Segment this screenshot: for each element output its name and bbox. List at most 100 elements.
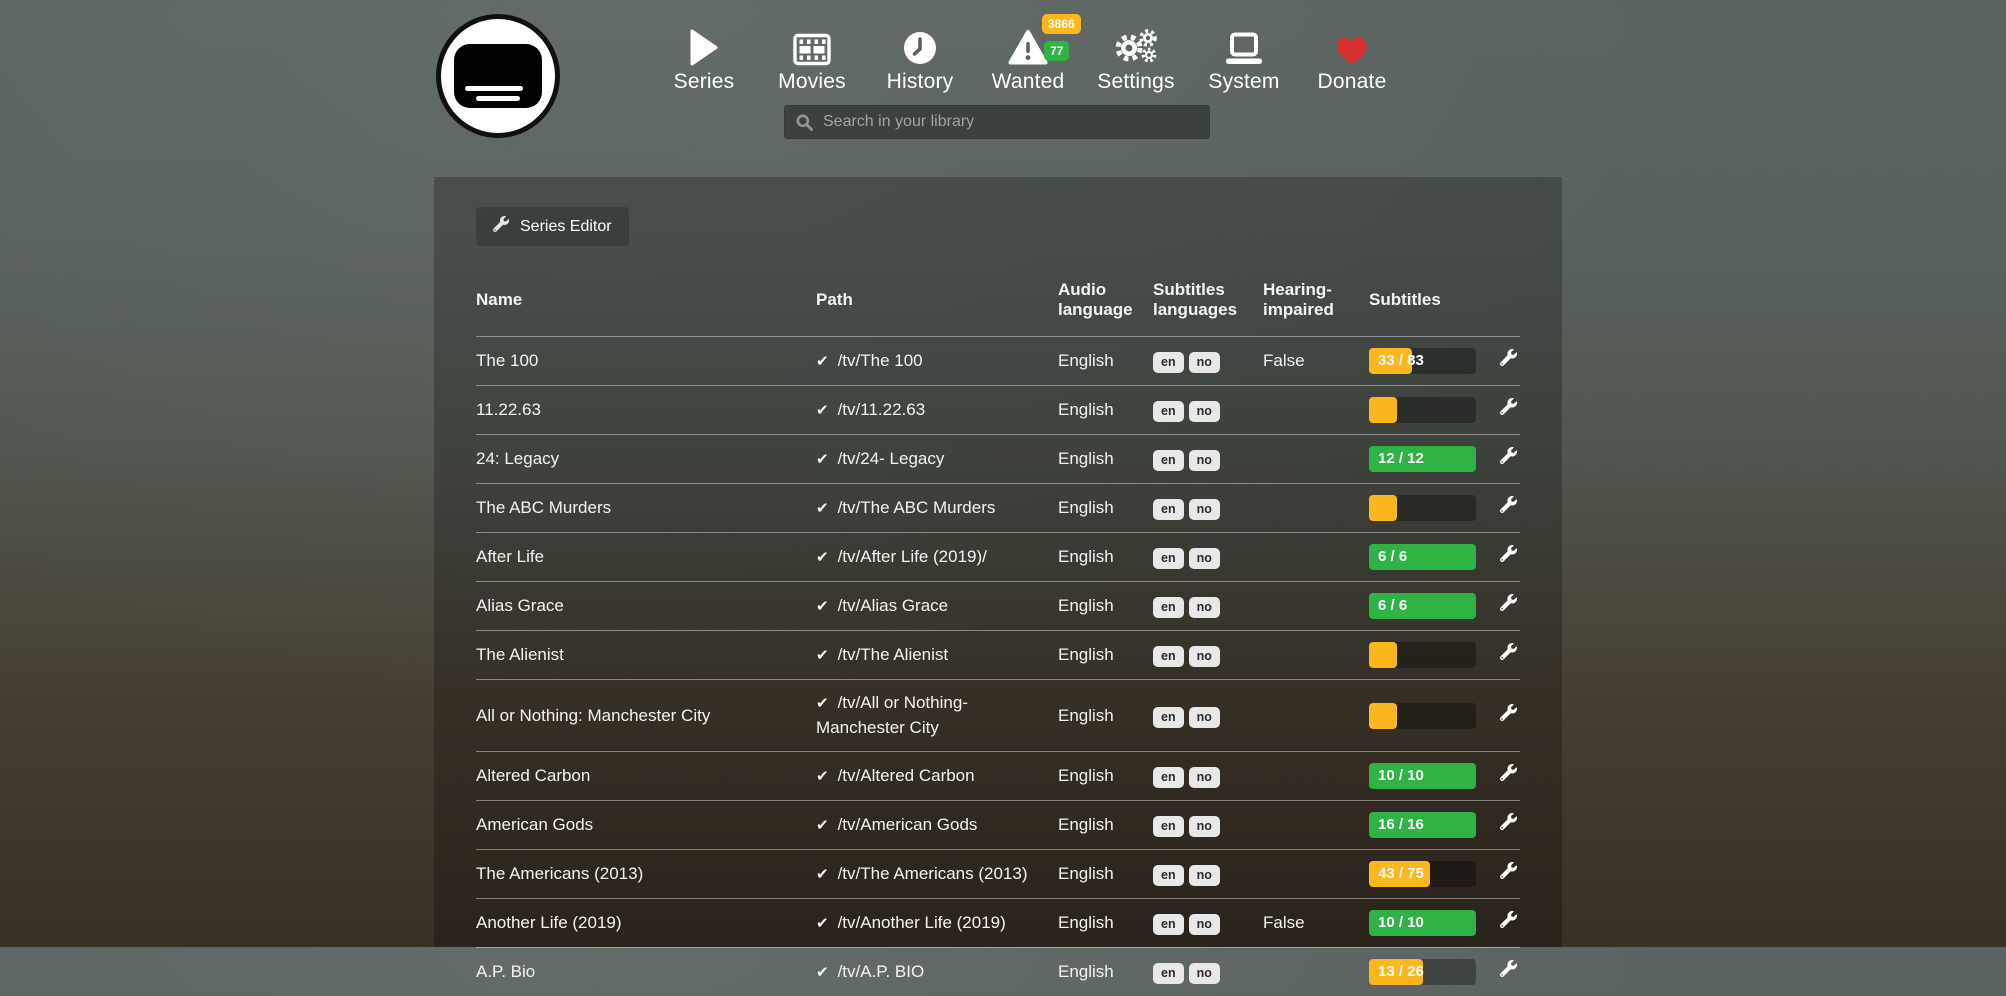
wrench-icon[interactable] <box>1500 398 1517 422</box>
wrench-icon[interactable] <box>1500 911 1517 935</box>
wrench-icon[interactable] <box>1500 447 1517 471</box>
wrench-icon <box>493 216 509 237</box>
subtitle-language-badge: en <box>1153 816 1184 837</box>
subtitle-language-badge: no <box>1189 646 1220 667</box>
subtitles-progress: 6 / 6 <box>1369 593 1476 619</box>
progress-fill <box>1369 703 1397 729</box>
wanted-warning-badge[interactable]: 3866 <box>1042 14 1081 34</box>
subtitle-language-badge: no <box>1189 450 1220 471</box>
check-icon: ✔ <box>816 598 829 615</box>
subtitle-language-badge: en <box>1153 597 1184 618</box>
wrench-icon[interactable] <box>1500 960 1517 984</box>
subtitles-languages: enno <box>1153 752 1263 801</box>
subtitle-language-badge: en <box>1153 499 1184 520</box>
check-icon: ✔ <box>816 817 829 834</box>
subtitles-languages: enno <box>1153 899 1263 948</box>
header-audio-language: Audio language <box>1058 270 1153 337</box>
wrench-icon[interactable] <box>1500 862 1517 886</box>
nav-label: Wanted <box>992 70 1065 94</box>
logo-tv-screen <box>454 44 542 108</box>
header-hearing-impaired: Hearing-impaired <box>1263 270 1369 337</box>
subtitles-languages: enno <box>1153 631 1263 680</box>
nav-item-system[interactable]: System <box>1190 22 1298 94</box>
nav-item-movies[interactable]: Movies <box>758 22 866 94</box>
wrench-icon[interactable] <box>1500 496 1517 520</box>
subtitle-language-badge: en <box>1153 914 1184 935</box>
audio-language: English <box>1058 386 1153 435</box>
check-icon: ✔ <box>816 647 829 664</box>
subtitle-language-badge: en <box>1153 646 1184 667</box>
series-table-body: The 100 ✔/tv/The 100 English enno False … <box>476 337 1520 996</box>
series-path: /tv/The ABC Murders <box>838 498 996 517</box>
wrench-icon[interactable] <box>1500 594 1517 618</box>
subtitle-language-badge: en <box>1153 767 1184 788</box>
nav-label: Donate <box>1318 70 1387 94</box>
wrench-icon[interactable] <box>1500 643 1517 667</box>
subtitles-languages: enno <box>1153 680 1263 752</box>
hearing-impaired-value <box>1263 386 1369 435</box>
subtitles-languages: enno <box>1153 850 1263 899</box>
hearing-impaired-value <box>1263 533 1369 582</box>
nav-item-settings[interactable]: Settings <box>1082 22 1190 94</box>
wanted-success-badge[interactable]: 77 <box>1044 41 1069 61</box>
table-row: 24: Legacy ✔/tv/24- Legacy English enno … <box>476 435 1520 484</box>
subtitle-language-badge: no <box>1189 597 1220 618</box>
header-subtitles: Subtitles <box>1369 270 1500 337</box>
series-path: /tv/11.22.63 <box>838 400 926 419</box>
hearing-impaired-value <box>1263 435 1369 484</box>
progress-label: 12 / 12 <box>1378 446 1424 472</box>
library-search <box>784 105 1210 139</box>
play-icon <box>689 22 719 66</box>
nav-item-history[interactable]: History <box>866 22 974 94</box>
subtitles-progress: 16 / 16 <box>1369 812 1476 838</box>
wrench-icon[interactable] <box>1500 764 1517 788</box>
audio-language: English <box>1058 752 1153 801</box>
subtitles-progress <box>1369 495 1476 521</box>
series-path: /tv/Another Life (2019) <box>838 913 1006 932</box>
laptop-icon <box>1224 22 1264 66</box>
nav-label: Settings <box>1097 70 1174 94</box>
wrench-icon[interactable] <box>1500 704 1517 728</box>
subtitles-progress: 6 / 6 <box>1369 544 1476 570</box>
series-editor-button[interactable]: Series Editor <box>476 207 629 246</box>
series-name: Another Life (2019) <box>476 899 816 948</box>
check-icon: ✔ <box>816 402 829 419</box>
wrench-icon[interactable] <box>1500 813 1517 837</box>
header-name: Name <box>476 270 816 337</box>
subtitles-progress: 13 / 26 <box>1369 959 1476 985</box>
wrench-icon[interactable] <box>1500 545 1517 569</box>
audio-language: English <box>1058 533 1153 582</box>
series-path: /tv/The Alienist <box>838 645 949 664</box>
check-icon: ✔ <box>816 695 829 712</box>
heart-icon <box>1335 22 1369 66</box>
subtitle-language-badge: no <box>1189 816 1220 837</box>
subtitles-languages: enno <box>1153 948 1263 996</box>
progress-label: 13 / 26 <box>1378 959 1424 985</box>
series-table: Name Path Audio language Subtitles langu… <box>476 270 1520 996</box>
progress-label: 16 / 16 <box>1378 812 1424 838</box>
search-icon <box>796 114 813 136</box>
subtitles-progress: 10 / 10 <box>1369 763 1476 789</box>
nav-item-series[interactable]: Series <box>650 22 758 94</box>
nav-item-donate[interactable]: Donate <box>1298 22 1406 94</box>
table-row: All or Nothing: Manchester City ✔/tv/All… <box>476 680 1520 752</box>
table-row: A.P. Bio ✔/tv/A.P. BIO English enno 13 /… <box>476 948 1520 996</box>
table-header-row: Name Path Audio language Subtitles langu… <box>476 270 1520 337</box>
subtitles-progress <box>1369 397 1476 423</box>
table-row: The 100 ✔/tv/The 100 English enno False … <box>476 337 1520 386</box>
header-subtitles-languages: Subtitles languages <box>1153 270 1263 337</box>
series-path: /tv/All or Nothing- Manchester City <box>816 693 968 737</box>
header-path: Path <box>816 270 1058 337</box>
progress-label: 33 / 83 <box>1378 348 1424 374</box>
hearing-impaired-value: False <box>1263 337 1369 386</box>
search-input[interactable] <box>784 105 1210 139</box>
nav-item-wanted[interactable]: Wanted 3866 77 <box>974 22 1082 94</box>
check-icon: ✔ <box>816 500 829 517</box>
bazarr-logo[interactable] <box>436 14 560 138</box>
nav-label: History <box>887 70 954 94</box>
subtitles-languages: enno <box>1153 435 1263 484</box>
series-name: All or Nothing: Manchester City <box>476 680 816 752</box>
series-name: 11.22.63 <box>476 386 816 435</box>
wrench-icon[interactable] <box>1500 349 1517 373</box>
progress-label: 6 / 6 <box>1378 593 1407 619</box>
